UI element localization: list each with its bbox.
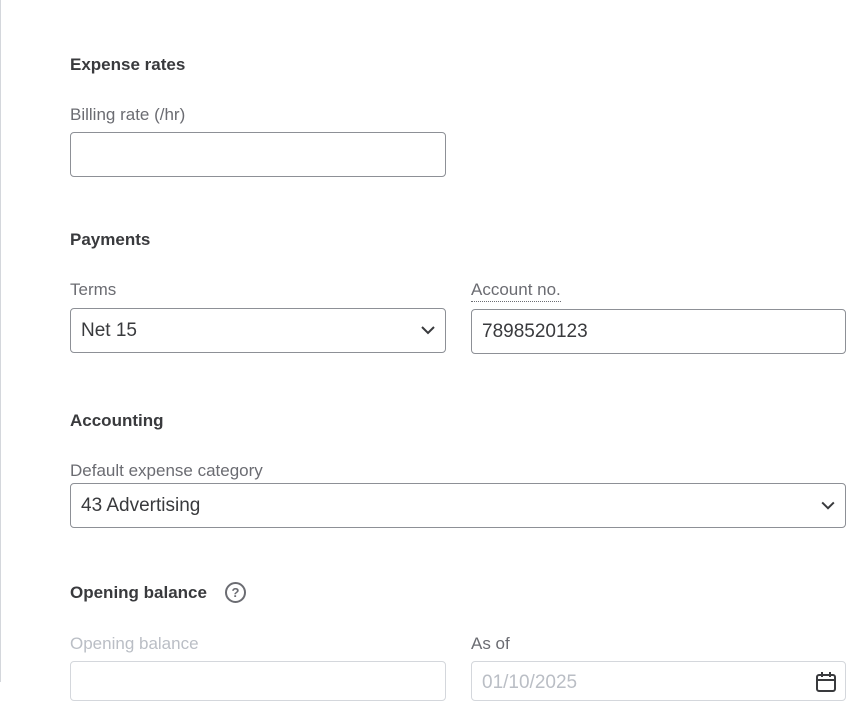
chevron-down-icon xyxy=(821,499,835,513)
terms-select[interactable]: Net 15 xyxy=(70,308,446,353)
accounting-heading: Accounting xyxy=(70,411,164,430)
opening-balance-label: Opening balance xyxy=(70,634,199,653)
billing-rate-label: Billing rate (/hr) xyxy=(70,105,186,124)
account-number-value: 7898520123 xyxy=(482,320,588,342)
panel-divider xyxy=(0,0,1,682)
billing-rate-input[interactable] xyxy=(70,132,446,177)
as-of-date-value: 01/10/2025 xyxy=(482,672,578,693)
calendar-icon[interactable] xyxy=(815,671,837,699)
as-of-date-input[interactable]: 01/10/2025 xyxy=(471,661,846,701)
payments-heading: Payments xyxy=(70,230,151,249)
question-circle-icon[interactable]: ? xyxy=(225,582,246,603)
terms-label: Terms xyxy=(70,280,117,299)
chevron-down-icon xyxy=(421,324,435,338)
default-expense-category-value: 43 Advertising xyxy=(81,494,201,516)
as-of-label: As of xyxy=(471,634,510,653)
opening-balance-input[interactable] xyxy=(70,661,446,701)
terms-value: Net 15 xyxy=(81,319,137,341)
opening-balance-heading: Opening balance xyxy=(70,583,207,602)
account-number-input[interactable]: 7898520123 xyxy=(471,309,846,354)
account-number-label: Account no. xyxy=(471,280,561,302)
default-expense-category-select[interactable]: 43 Advertising xyxy=(70,483,846,528)
expense-rates-heading: Expense rates xyxy=(70,55,186,74)
default-expense-category-label: Default expense category xyxy=(70,461,263,480)
